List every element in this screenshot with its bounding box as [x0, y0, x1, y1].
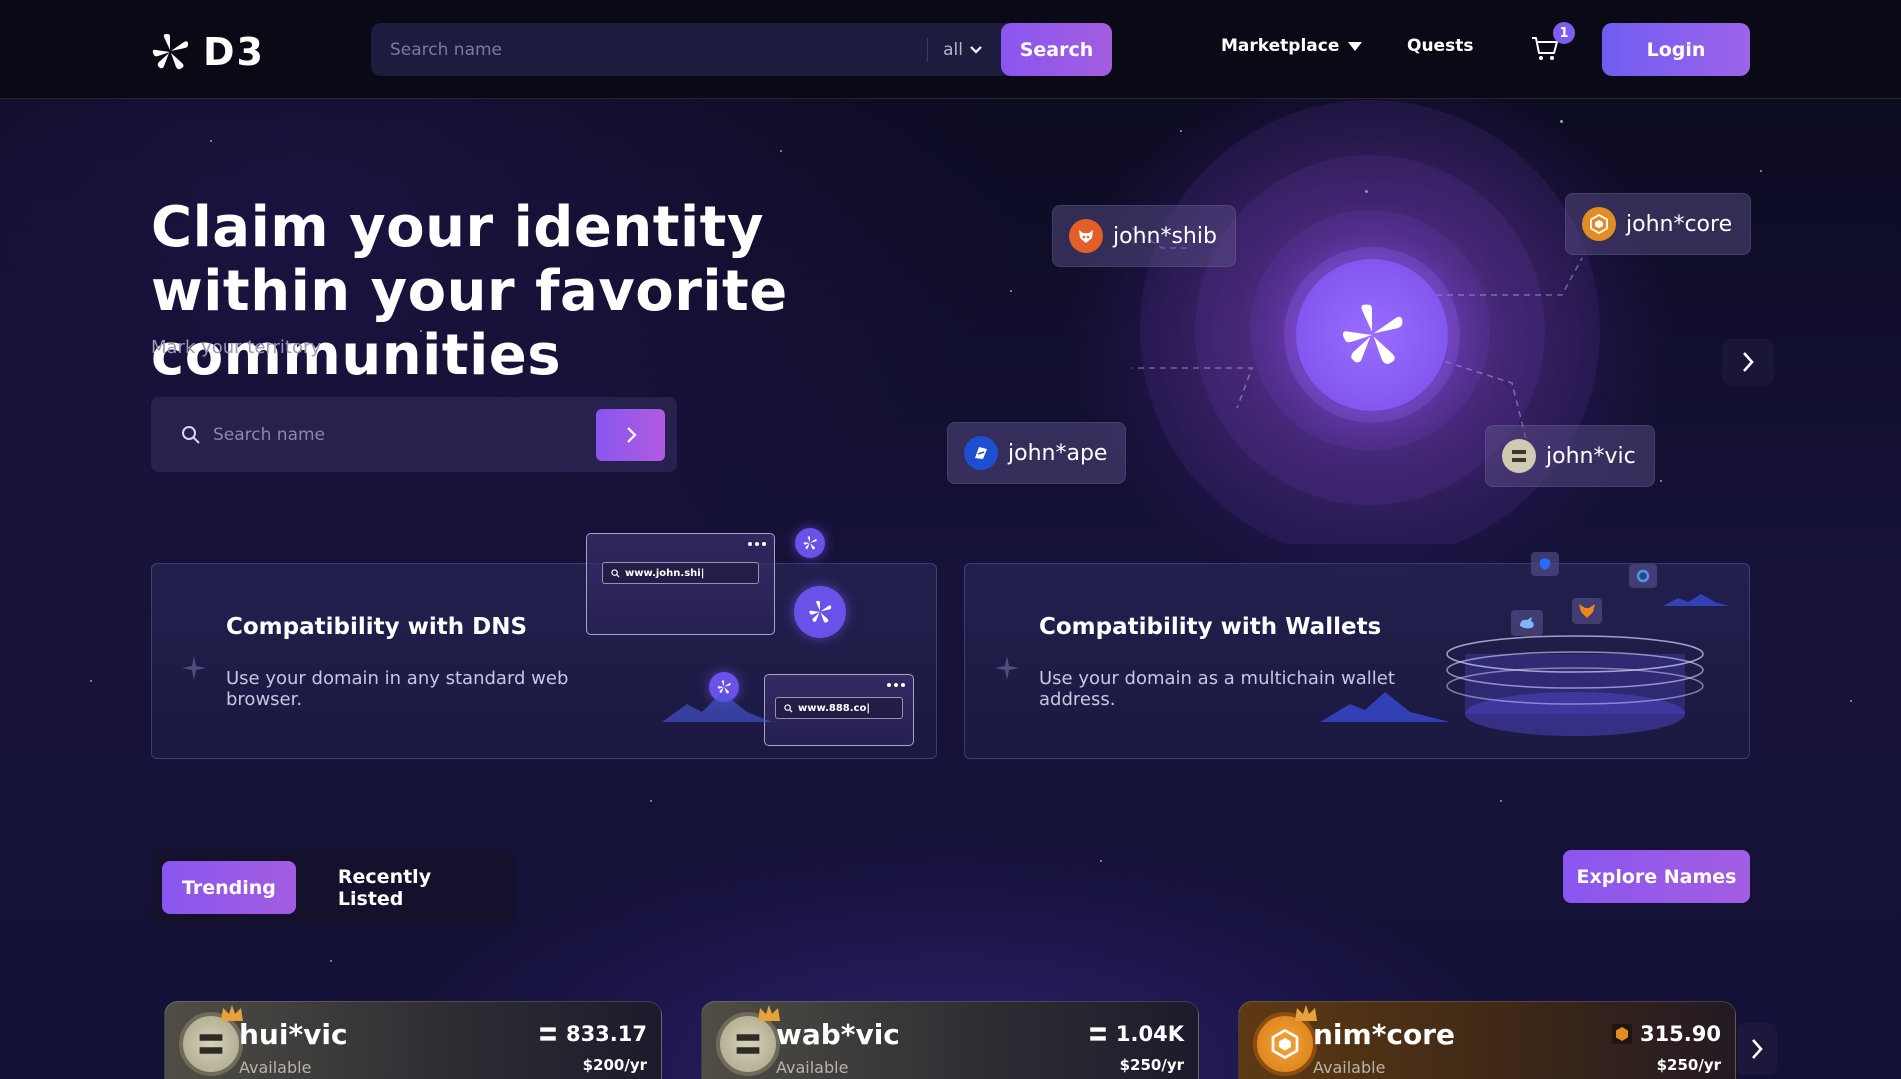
community-name: john*core: [1626, 211, 1733, 237]
names-next-button[interactable]: [1737, 1023, 1777, 1075]
explore-names-button[interactable]: Explore Names: [1563, 850, 1750, 903]
nav-quests[interactable]: Quests: [1407, 36, 1473, 56]
availability-status: Available: [239, 1058, 312, 1077]
price: 833.17: [538, 1022, 647, 1046]
chevron-right-icon: [626, 426, 637, 443]
feature-title: Compatibility with Wallets: [1039, 614, 1382, 640]
price-per-year: $250/yr: [1119, 1056, 1184, 1074]
rabbit-wallet-icon: [1511, 610, 1543, 636]
cart-button[interactable]: [1531, 36, 1559, 66]
community-name: john*shib: [1113, 223, 1217, 249]
core-token-icon: [1611, 1024, 1632, 1044]
d3-coin-icon: [795, 528, 825, 558]
feature-title: Compatibility with DNS: [226, 614, 528, 640]
metamask-icon: [1572, 598, 1602, 624]
header-search-input[interactable]: [371, 23, 928, 76]
name-card[interactable]: nim*core Available 315.90 $250/yr: [1238, 1001, 1736, 1079]
search-icon: [181, 425, 201, 445]
chevron-down-icon: [970, 45, 982, 54]
nav-marketplace[interactable]: Marketplace: [1221, 36, 1363, 56]
chevron-right-icon: [1752, 1039, 1763, 1059]
domain-name: hui*vic: [239, 1018, 348, 1051]
sparkle-icon: [182, 656, 206, 680]
nav-quests-label: Quests: [1407, 36, 1474, 56]
login-button[interactable]: Login: [1602, 23, 1750, 76]
top-nav-bar: D3 all Search Marketplace Quests 1 Login: [0, 0, 1901, 99]
browser-mockup: www.888.co|: [764, 674, 914, 746]
search-filter-dropdown[interactable]: all: [928, 40, 1001, 60]
carousel-next-button[interactable]: [1722, 339, 1774, 385]
community-chip-core[interactable]: john*core: [1565, 193, 1752, 255]
hero-title: Claim your identity within your favorite…: [151, 195, 788, 388]
header-search-bar: all Search: [371, 23, 1112, 76]
shield-wallet-icon: [1531, 552, 1559, 576]
search-icon: [784, 703, 793, 713]
community-name: john*vic: [1546, 443, 1636, 469]
wallet-platform-illustration: [1446, 635, 1704, 736]
community-chip-vic[interactable]: john*vic: [1485, 425, 1655, 487]
core-token-icon: [1582, 207, 1616, 241]
mountains-decoration: [1320, 692, 1450, 722]
filter-value: all: [943, 39, 963, 60]
nav-marketplace-label: Marketplace: [1221, 36, 1340, 56]
price-value: 315.90: [1639, 1022, 1721, 1046]
community-chip-ape[interactable]: john*ape: [947, 422, 1127, 484]
availability-status: Available: [776, 1058, 849, 1077]
d3-logo-icon: [152, 34, 188, 70]
price-per-year: $200/yr: [582, 1056, 647, 1074]
d3-symbol-icon: [1343, 304, 1403, 365]
caret-down-icon: [1348, 42, 1363, 51]
availability-status: Available: [1313, 1058, 1386, 1077]
listing-tabs: Trending Recently Listed: [151, 850, 514, 925]
cart-count-badge: 1: [1553, 22, 1575, 44]
mountains-decoration: [662, 692, 772, 722]
hero-search-input[interactable]: [213, 424, 596, 445]
ring-wallet-icon: [1629, 564, 1657, 588]
feature-card-dns: Compatibility with DNS Use your domain i…: [151, 528, 937, 759]
tab-trending[interactable]: Trending: [162, 861, 296, 914]
logo-text: D3: [203, 30, 265, 74]
search-button[interactable]: Search: [1001, 23, 1112, 76]
vic-token-icon: [1090, 1027, 1106, 1041]
price: 315.90: [1611, 1022, 1721, 1046]
d3-hub-logo: [1296, 259, 1448, 411]
ape-token-icon: [964, 436, 998, 470]
domain-name: nim*core: [1313, 1018, 1455, 1051]
community-name: john*ape: [1008, 440, 1108, 466]
shib-token-icon: [1069, 219, 1103, 253]
domain-name: wab*vic: [776, 1018, 900, 1051]
search-icon: [611, 568, 620, 578]
mountains-decoration: [1663, 594, 1729, 606]
browser-mockup: www.john.shi|: [586, 533, 775, 635]
hero-subtitle: Mark your territory: [151, 337, 322, 358]
sparkle-icon: [995, 656, 1019, 680]
browser-url-bar: www.john.shi|: [602, 562, 759, 584]
d3-coin-icon: [794, 586, 846, 638]
price-value: 1.04K: [1115, 1022, 1184, 1046]
price: 1.04K: [1088, 1022, 1184, 1046]
community-chip-shib[interactable]: john*shib: [1052, 205, 1236, 267]
name-card[interactable]: hui*vic Available 833.17 $200/yr: [164, 1001, 662, 1079]
feature-card-wallets: Compatibility with Wallets Use your doma…: [964, 552, 1750, 759]
d3-logo[interactable]: D3: [149, 30, 265, 74]
chevron-right-icon: [1743, 352, 1754, 372]
price-per-year: $250/yr: [1656, 1056, 1721, 1074]
tab-recently-listed[interactable]: Recently Listed: [318, 861, 514, 914]
browser-url-text: www.john.shi|: [625, 567, 705, 579]
hero-search-bar: [151, 397, 677, 472]
browser-url-text: www.888.co|: [798, 702, 870, 714]
price-value: 833.17: [565, 1022, 647, 1046]
hero-search-submit-button[interactable]: [596, 408, 665, 461]
name-card[interactable]: wab*vic Available 1.04K $250/yr: [701, 1001, 1199, 1079]
vic-token-icon: [1502, 439, 1536, 473]
feature-description: Use your domain in any standard web brow…: [226, 668, 569, 710]
browser-url-bar: www.888.co|: [775, 697, 903, 719]
vic-token-icon: [540, 1027, 556, 1041]
